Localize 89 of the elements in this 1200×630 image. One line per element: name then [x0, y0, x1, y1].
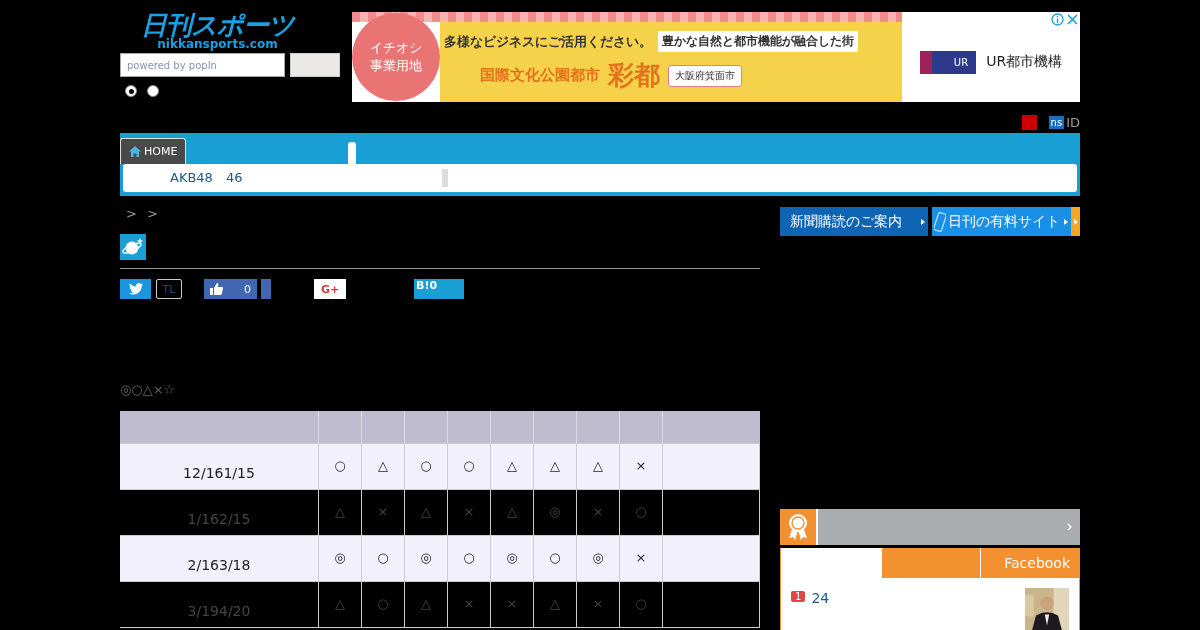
mark-cell: ○: [619, 489, 663, 536]
mark-cell: ○: [361, 535, 405, 582]
header-cell: [404, 411, 448, 444]
radio-button[interactable]: [125, 85, 137, 97]
mark-cell: △: [533, 443, 577, 490]
ad-banner[interactable]: イチオシ 事業用地 多様なビジネスにご活用ください。 豊かな自然と都市機能が融合した街 国際文化公園都市 彩都 大阪府箕面市 UR UR都市機構: [352, 12, 1080, 102]
ad-city-prefix: 国際文化公園都市: [480, 66, 600, 85]
header-cell: [576, 411, 620, 444]
promo-tab[interactable]: [1071, 207, 1080, 236]
mark-cell: ×: [576, 581, 620, 628]
like-button[interactable]: 0: [204, 279, 257, 299]
subnav-link[interactable]: AKB48 46: [170, 169, 243, 187]
mark-cell: △: [361, 443, 405, 490]
close-icon[interactable]: [1066, 13, 1079, 26]
home-tab[interactable]: HOME: [120, 138, 187, 164]
logo-title[interactable]: 日刊スポーツ: [141, 12, 294, 38]
nav-tab[interactable]: [348, 142, 357, 164]
medal-icon: [787, 513, 809, 541]
header-cell: [533, 411, 577, 444]
mark-cell: ◎: [490, 535, 534, 582]
home-icon: [129, 146, 141, 157]
ad-tagline: 豊かな自然と都市機能が融合した街: [658, 31, 858, 52]
mark-cell: △: [576, 443, 620, 490]
breadcrumb-separator: >: [146, 206, 158, 223]
promo-button[interactable]: 新聞購読のご案内: [780, 207, 928, 236]
ns-badge[interactable]: ns: [1048, 116, 1065, 129]
ad-city: 彩都: [608, 59, 660, 92]
bird-icon: [128, 283, 143, 295]
ranking-header[interactable]: [780, 509, 1080, 545]
legend-text: ◎○△×☆: [120, 382, 177, 398]
mark-cell: ×: [447, 581, 491, 628]
rank-badge: 1: [791, 591, 806, 602]
hatena-bookmark-button[interactable]: B!0: [414, 279, 464, 299]
ad-location: 大阪府箕面市: [668, 64, 742, 87]
header-cell: [490, 411, 534, 444]
mark-cell: ○: [361, 581, 405, 628]
mark-cell: ×: [361, 489, 405, 536]
mark-cell: ×: [447, 489, 491, 536]
radio-button[interactable]: [147, 85, 159, 97]
thumbs-up-icon: [210, 283, 223, 295]
search-field[interactable]: powered by popIn: [120, 53, 285, 77]
mark-cell: △: [533, 581, 577, 628]
mark-cell: ×: [619, 443, 663, 490]
flag-icon[interactable]: [1021, 115, 1037, 130]
mark-cell: ◎: [318, 535, 362, 582]
header-cell: [318, 411, 362, 444]
mark-cell: △: [318, 581, 362, 628]
header-cell: [361, 411, 405, 444]
mark-cell: ○: [318, 443, 362, 490]
info-icon[interactable]: [1051, 13, 1064, 26]
mark-cell: △: [404, 581, 448, 628]
google-plus-button[interactable]: G+: [314, 279, 346, 299]
header-cell: [619, 411, 663, 444]
planet-icon[interactable]: [120, 234, 146, 260]
brand-logo: UR: [919, 50, 977, 74]
mark-cell: △: [318, 489, 362, 536]
mark-cell: ○: [533, 535, 577, 582]
ranking-tab[interactable]: [880, 548, 981, 578]
date-cell: 3/194/20: [120, 581, 319, 628]
phone-icon: [934, 211, 946, 232]
mark-cell: ○: [619, 581, 663, 628]
date-cell: 2/163/18: [120, 535, 319, 582]
mark-cell: ◎: [404, 535, 448, 582]
mark-cell: ○: [447, 535, 491, 582]
mark-cell: ×: [490, 581, 534, 628]
ad-brand: UR都市機構: [986, 53, 1063, 71]
ad-headline: 多様なビジネスにご活用ください。: [444, 32, 652, 51]
breadcrumb-separator: >: [126, 206, 137, 223]
tweet-button[interactable]: [120, 279, 151, 299]
logo-domain[interactable]: nikkansports.com: [157, 38, 278, 50]
id-link[interactable]: ID: [1066, 115, 1080, 130]
ranking-link[interactable]: 24: [811, 590, 830, 606]
mark-cell: △: [490, 489, 534, 536]
promo-button[interactable]: 日刊の有料サイト: [932, 207, 1071, 236]
mark-cell: ×: [619, 535, 663, 582]
mark-cell: △: [404, 489, 448, 536]
mark-cell: ○: [404, 443, 448, 490]
arrow-icon: [921, 218, 925, 225]
mark-cell: ×: [576, 489, 620, 536]
date-cell: 12/161/15: [120, 443, 319, 490]
header-cell: [447, 411, 491, 444]
mark-cell: △: [490, 443, 534, 490]
mark-cell: ○: [447, 443, 491, 490]
mark-cell: ◎: [576, 535, 620, 582]
chevron-icon: [1067, 523, 1072, 531]
date-cell: 1/162/15: [120, 489, 319, 536]
ad-badge: イチオシ 事業用地: [352, 13, 440, 101]
scroll-handle[interactable]: [442, 169, 449, 187]
mark-cell: ◎: [533, 489, 577, 536]
